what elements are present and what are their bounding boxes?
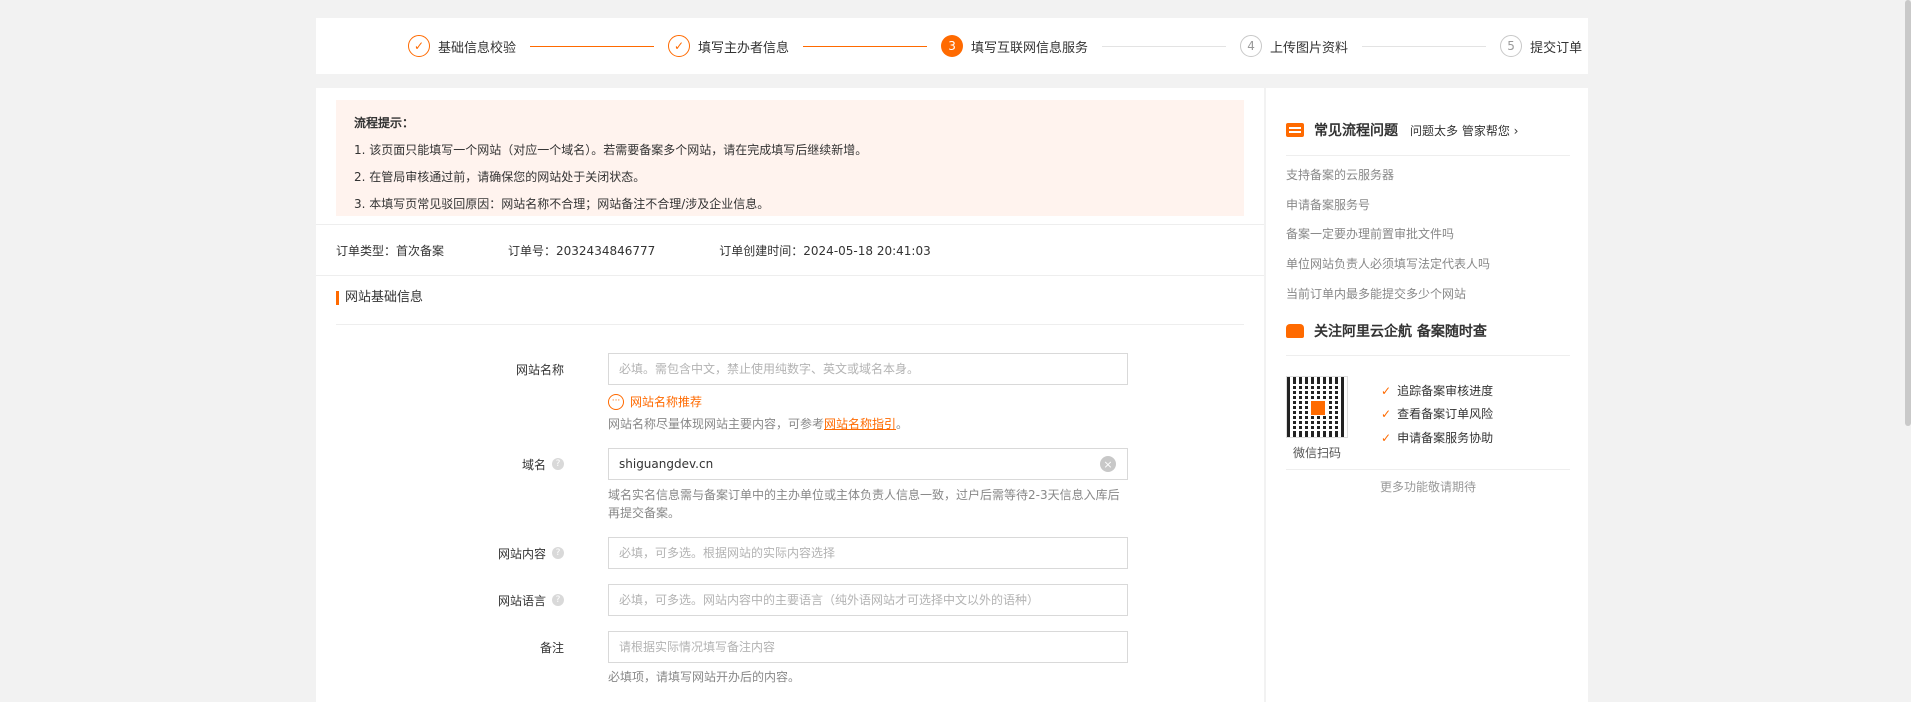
remark-label: 备注 xyxy=(539,640,564,655)
feature-item: ✓ 查看备案订单风险 xyxy=(1381,406,1494,422)
step-number: 5 xyxy=(1500,35,1523,57)
wechat-qr-code xyxy=(1286,376,1348,438)
qr-caption: 微信扫码 xyxy=(1292,446,1341,460)
order-number: 订单号：2032434846777 xyxy=(508,243,656,258)
step-label: 填写互联网信息服务 xyxy=(971,40,1089,56)
step-label: 提交订单 xyxy=(1530,40,1583,56)
domain-label: 域名 ? xyxy=(464,448,564,480)
more-icon: ··· xyxy=(608,393,624,410)
faq-link[interactable]: 申请备案服务号 xyxy=(1286,196,1370,213)
check-icon: ✓ xyxy=(668,35,691,57)
faq-link[interactable]: 备案一定要办理前置审批文件吗 xyxy=(1286,225,1454,242)
check-icon: ✓ xyxy=(1381,430,1392,445)
domain-hint: 域名实名信息需与备案订单中的主办单位或主体负责人信息一致，过户后需等待2-3天信… xyxy=(608,488,1120,520)
faq-link[interactable]: 单位网站负责人必须填写法定代表人吗 xyxy=(1286,255,1490,272)
remark-hint: 必填项，请填写网站开办后的内容。 xyxy=(608,670,801,684)
tips-line: 2. 在管局审核通过前，请确保您的网站处于关闭状态。 xyxy=(354,170,646,184)
site-content-select[interactable] xyxy=(608,537,1128,569)
step-basic-check: ✓ 基础信息校验 xyxy=(408,35,516,57)
step-connector xyxy=(1102,45,1227,47)
clear-icon[interactable]: × xyxy=(1100,456,1116,472)
step-label: 填写主办者信息 xyxy=(698,40,790,56)
step-organizer-info: ✓ 填写主办者信息 xyxy=(668,35,789,57)
domain-input[interactable]: shiguangdev.cn xyxy=(608,448,1128,480)
help-sidebar: 常见流程问题 问题太多 管家帮您 › 支持备案的云服务器 申请备案服务号 备案一… xyxy=(1266,88,1588,702)
follow-header: 关注阿里云企航 备案随时查 xyxy=(1286,321,1487,341)
site-name-label: 网站名称 xyxy=(515,362,564,377)
faq-link[interactable]: 当前订单内最多能提交多少个网站 xyxy=(1286,285,1466,302)
progress-stepper: ✓ 基础信息校验 ✓ 填写主办者信息 3 填写互联网信息服务 4 上传图片资料 … xyxy=(316,18,1588,74)
check-icon: ✓ xyxy=(408,35,430,57)
order-created-time: 订单创建时间：2024-05-18 20:41:03 xyxy=(719,243,931,258)
chat-icon xyxy=(1286,123,1304,137)
tips-line: 1. 该页面只能填写一个网站（对应一个域名）。若需要备案多个网站，请在完成填写后… xyxy=(354,143,868,157)
main-form-card: 流程提示： 1. 该页面只能填写一个网站（对应一个域名）。若需要备案多个网站，请… xyxy=(316,88,1264,702)
divider xyxy=(336,324,1244,325)
section-title: 网站基础信息 xyxy=(336,291,423,305)
remark-input[interactable] xyxy=(608,631,1128,663)
help-icon[interactable]: ? xyxy=(552,547,564,559)
process-tips: 流程提示： 1. 该页面只能填写一个网站（对应一个域名）。若需要备案多个网站，请… xyxy=(336,100,1244,216)
step-upload-images: 4 上传图片资料 xyxy=(1240,35,1348,57)
order-type: 订单类型：首次备案 xyxy=(336,243,445,258)
more-features-text: 更多功能敬请期待 xyxy=(1379,480,1476,494)
qr-logo-icon xyxy=(1310,400,1326,416)
site-name-input[interactable] xyxy=(608,353,1128,385)
content-label: 网站内容 ? xyxy=(464,537,564,569)
divider xyxy=(1286,355,1570,356)
step-submit-order: 5 提交订单 xyxy=(1500,35,1582,57)
check-icon: ✓ xyxy=(1381,383,1392,398)
language-label: 网站语言 ? xyxy=(464,584,564,616)
page-scrollbar[interactable] xyxy=(1905,0,1911,426)
faq-link[interactable]: 支持备案的云服务器 xyxy=(1286,166,1394,183)
site-language-select[interactable] xyxy=(608,584,1128,616)
step-internet-service: 3 填写互联网信息服务 xyxy=(941,35,1088,57)
faq-help-link[interactable]: 问题太多 管家帮您 › xyxy=(1410,122,1518,139)
feature-item: ✓ 追踪备案审核进度 xyxy=(1381,383,1494,399)
notification-icon xyxy=(1286,324,1304,338)
site-name-recommend-link[interactable]: ··· 网站名称推荐 xyxy=(608,393,702,410)
feature-item: ✓ 申请备案服务协助 xyxy=(1381,430,1494,446)
help-icon[interactable]: ? xyxy=(552,594,564,606)
chevron-right-icon: › xyxy=(1513,123,1519,138)
tips-line: 3. 本填写页常见驳回原因：网站名称不合理；网站备注不合理/涉及企业信息。 xyxy=(354,197,770,211)
step-number: 3 xyxy=(941,35,964,57)
divider xyxy=(1286,155,1570,156)
step-label: 上传图片资料 xyxy=(1270,40,1349,56)
step-number: 4 xyxy=(1240,35,1263,57)
tips-title: 流程提示： xyxy=(354,116,415,130)
step-connector xyxy=(530,45,655,47)
step-connector xyxy=(1362,45,1487,47)
step-label: 基础信息校验 xyxy=(438,40,517,56)
help-icon[interactable]: ? xyxy=(552,458,564,470)
step-connector xyxy=(803,45,928,47)
site-name-guide-link[interactable]: 网站名称指引 xyxy=(824,417,896,431)
check-icon: ✓ xyxy=(1381,406,1392,421)
divider xyxy=(1286,469,1570,470)
order-info-bar: 订单类型：首次备案 订单号：2032434846777 订单创建时间：2024-… xyxy=(316,224,1264,276)
faq-header: 常见流程问题 问题太多 管家帮您 › xyxy=(1286,120,1518,140)
site-name-hint: 网站名称尽量体现网站主要内容，可参考网站名称指引。 xyxy=(608,417,909,431)
